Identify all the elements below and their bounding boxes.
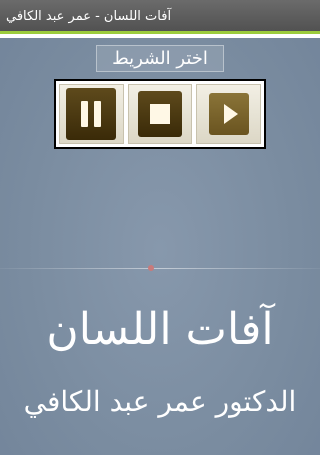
title-separator bbox=[0, 34, 320, 38]
play-icon bbox=[208, 93, 249, 135]
player-controls bbox=[54, 79, 266, 149]
window-title: آفات اللسان - عمر عبد الكافي bbox=[6, 9, 172, 24]
choose-tape-button[interactable]: اختر الشريط bbox=[96, 45, 224, 72]
author-name: الدكتور عمر عبد الكافي bbox=[23, 385, 297, 418]
play-button[interactable] bbox=[196, 84, 262, 144]
pause-icon bbox=[66, 88, 117, 140]
title-bar: آفات اللسان - عمر عبد الكافي bbox=[0, 0, 320, 34]
divider-line bbox=[0, 268, 320, 269]
pause-button[interactable] bbox=[59, 84, 124, 144]
lecture-title: آفات اللسان bbox=[46, 304, 274, 355]
stop-button[interactable] bbox=[127, 84, 193, 144]
divider-dot bbox=[148, 265, 154, 271]
stop-icon bbox=[138, 91, 182, 137]
